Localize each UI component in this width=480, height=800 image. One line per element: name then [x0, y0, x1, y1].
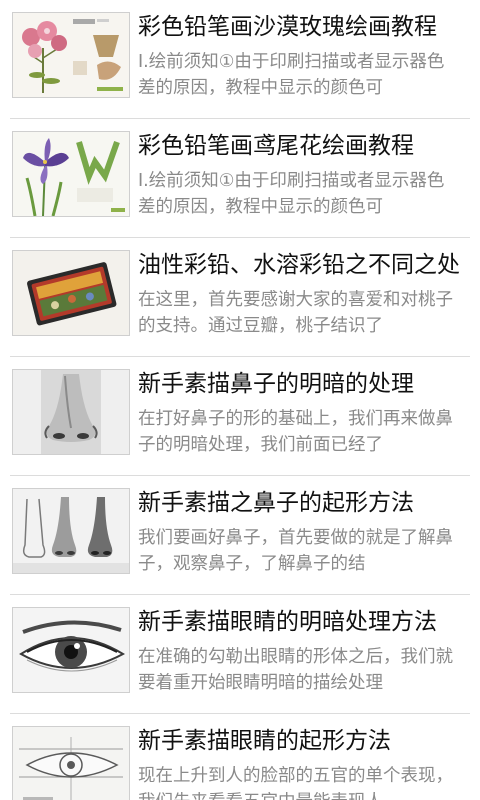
iris-flower-illustration-icon	[13, 132, 129, 216]
article-title[interactable]: 新手素描眼睛的起形方法	[138, 724, 460, 758]
nose-steps-sketch-icon	[13, 489, 129, 573]
article-summary: 在这里，首先要感谢大家的喜爱和对桃子的支持。通过豆瓣，桃子结识了	[138, 290, 453, 336]
list-item[interactable]: 彩色铅笔画鸢尾花绘画教程 Ⅰ.绘前须知①由于印刷扫描或者显示器色差的原因，教程中…	[0, 119, 480, 238]
list-item[interactable]: 油性彩铅、水溶彩铅之不同之处 在这里，首先要感谢大家的喜爱和对桃子的支持。通过豆…	[0, 238, 480, 357]
list-item[interactable]: 新手素描眼睛的起形方法 现在上升到人的脸部的五官的单个表现，我们先来看看五官中最…	[0, 714, 480, 800]
article-list: 彩色铅笔画沙漠玫瑰绘画教程 Ⅰ.绘前须知①由于印刷扫描或者显示器色差的原因，教程…	[0, 0, 480, 800]
article-summary: Ⅰ.绘前须知①由于印刷扫描或者显示器色差的原因，教程中显示的颜色可	[138, 52, 445, 98]
article-summary: Ⅰ.绘前须知①由于印刷扫描或者显示器色差的原因，教程中显示的颜色可	[138, 171, 445, 217]
thumbnail-image	[12, 607, 130, 693]
article-title[interactable]: 彩色铅笔画鸢尾花绘画教程	[138, 129, 460, 163]
article-title[interactable]: 新手素描之鼻子的起形方法	[138, 486, 460, 520]
list-item[interactable]: 彩色铅笔画沙漠玫瑰绘画教程 Ⅰ.绘前须知①由于印刷扫描或者显示器色差的原因，教程…	[0, 0, 480, 119]
pink-flower-illustration-icon	[13, 13, 129, 97]
article-title[interactable]: 新手素描眼睛的明暗处理方法	[138, 605, 460, 639]
list-item[interactable]: 新手素描之鼻子的起形方法 我们要画好鼻子，首先要做的就是了解鼻子，观察鼻子，了解…	[0, 476, 480, 595]
article-title[interactable]: 彩色铅笔画沙漠玫瑰绘画教程	[138, 10, 460, 44]
eye-sketch-icon	[13, 608, 129, 692]
thumbnail-image	[12, 131, 130, 217]
article-title[interactable]: 油性彩铅、水溶彩铅之不同之处	[138, 248, 460, 282]
list-item[interactable]: 新手素描眼睛的明暗处理方法 在准确的勾勒出眼睛的形体之后，我们就要着重开始眼睛明…	[0, 595, 480, 714]
list-item[interactable]: 新手素描鼻子的明暗的处理 在打好鼻子的形的基础上，我们再来做鼻子的明暗处理，我们…	[0, 357, 480, 476]
article-summary: 在打好鼻子的形的基础上，我们再来做鼻子的明暗处理，我们前面已经了	[138, 409, 453, 455]
nose-sketch-icon	[13, 370, 129, 454]
thumbnail-image	[12, 12, 130, 98]
thumbnail-image	[12, 488, 130, 574]
thumbnail-image	[12, 726, 130, 800]
article-title[interactable]: 新手素描鼻子的明暗的处理	[138, 367, 460, 401]
eye-diagram-sketch-icon	[13, 727, 129, 800]
colored-pencil-tin-icon	[13, 251, 129, 335]
thumbnail-image	[12, 250, 130, 336]
article-summary: 在准确的勾勒出眼睛的形体之后，我们就要着重开始眼睛明暗的描绘处理	[138, 647, 453, 693]
article-summary: 现在上升到人的脸部的五官的单个表现，我们先来看看五官中最能表现人	[138, 766, 453, 800]
thumbnail-image	[12, 369, 130, 455]
article-summary: 我们要画好鼻子，首先要做的就是了解鼻子，观察鼻子，了解鼻子的结	[138, 528, 453, 574]
